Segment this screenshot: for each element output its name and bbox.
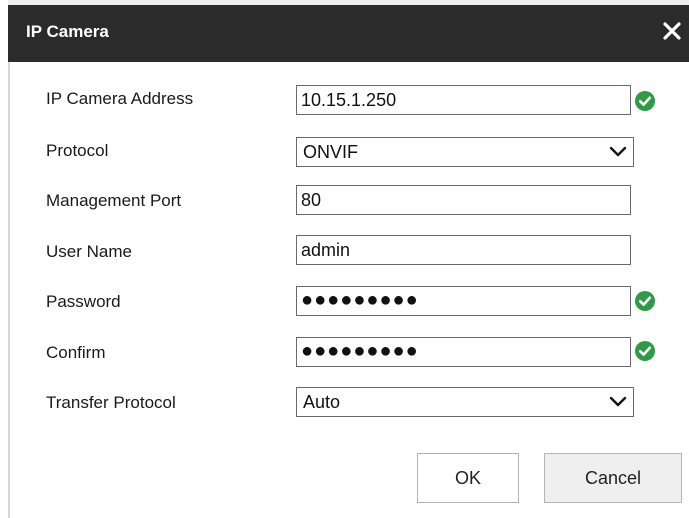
cancel-button[interactable]: Cancel — [544, 453, 682, 503]
protocol-selected-value: ONVIF — [303, 142, 359, 162]
valid-check-icon — [635, 291, 655, 311]
chevron-down-icon — [609, 146, 627, 157]
confirm-label: Confirm — [46, 343, 106, 362]
valid-check-icon — [635, 341, 655, 361]
chevron-down-icon — [609, 396, 627, 407]
valid-check-icon — [635, 91, 655, 111]
password-label: Password — [46, 292, 121, 311]
user-name-input[interactable]: admin — [296, 235, 631, 265]
ok-button[interactable]: OK — [417, 453, 519, 503]
transfer-protocol-select[interactable]: Auto — [296, 387, 634, 417]
dialog-left-border — [8, 62, 10, 518]
password-input[interactable]: ●●●●●●●●● — [296, 286, 631, 316]
ip-address-label: IP Camera Address — [46, 89, 194, 108]
confirm-password-input[interactable]: ●●●●●●●●● — [296, 337, 631, 367]
management-port-input[interactable]: 80 — [296, 185, 631, 215]
ip-camera-dialog: IP Camera IP Camera Address 10.15.1.250 … — [0, 0, 689, 518]
close-icon[interactable] — [660, 19, 684, 43]
protocol-label: Protocol — [46, 141, 109, 160]
management-port-label: Management Port — [46, 191, 182, 210]
protocol-select[interactable]: ONVIF — [296, 137, 634, 167]
ip-address-input[interactable]: 10.15.1.250 — [296, 85, 631, 115]
dialog-title: IP Camera — [26, 22, 109, 41]
transfer-protocol-selected-value: Auto — [303, 392, 341, 412]
dialog-titlebar: IP Camera — [8, 5, 689, 62]
user-name-label: User Name — [46, 242, 132, 261]
transfer-protocol-label: Transfer Protocol — [46, 393, 176, 412]
